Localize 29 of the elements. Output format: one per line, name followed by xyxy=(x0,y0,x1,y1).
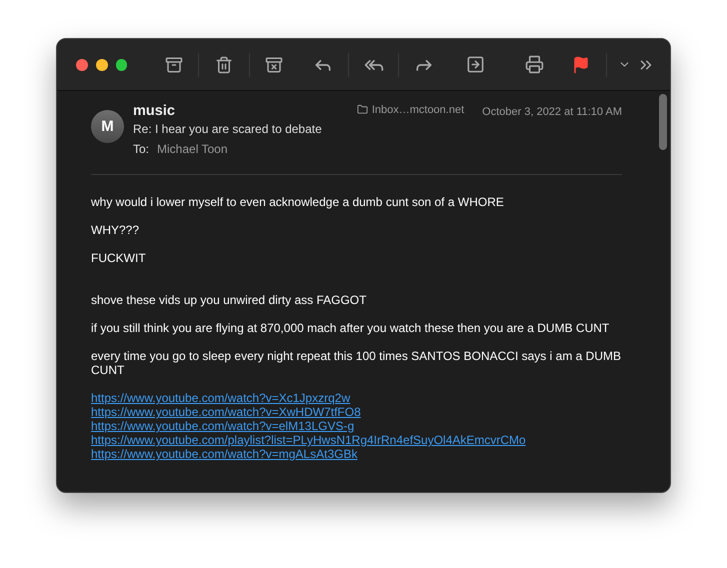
archive-icon[interactable] xyxy=(164,56,183,74)
body-paragraph: why would i lower myself to even acknowledge a dumb cunt son of a WHORE xyxy=(91,195,505,209)
body-paragraph: if you still think you are flying at 870,000 mach after you watch these then you are a DUMB CUNT xyxy=(91,321,610,335)
redirect-icon[interactable] xyxy=(466,55,485,74)
video-link[interactable]: https://www.youtube.com/watch?v=Xc1Jpxzrq2w xyxy=(91,391,350,405)
flag-icon[interactable] xyxy=(572,56,590,74)
sender-name: music xyxy=(133,103,176,119)
trash-icon[interactable] xyxy=(214,56,233,74)
body-paragraph: shove these vids up you unwired dirty ass FAGGOT xyxy=(91,293,368,307)
video-link[interactable]: https://www.youtube.com/watch?v=elM13LGVS-g xyxy=(91,419,354,433)
video-link[interactable]: https://www.youtube.com/watch?v=XwHDW7tfFO8 xyxy=(91,405,361,419)
print-icon[interactable] xyxy=(524,55,544,74)
mailbox-label: Inbox…mctoon.net xyxy=(356,104,464,116)
close-button[interactable] xyxy=(76,58,88,70)
video-link[interactable]: https://www.youtube.com/watch?v=mgALsAt3GBk xyxy=(91,447,358,461)
body-paragraph: WHY??? xyxy=(91,223,140,237)
to-label: To: xyxy=(133,142,150,156)
recipient-name: Michael Toon xyxy=(157,142,228,156)
avatar: M xyxy=(91,110,124,143)
folder-icon xyxy=(356,104,368,115)
zoom-button[interactable] xyxy=(116,58,128,70)
message-date: October 3, 2022 at 11:10 AM xyxy=(482,106,622,118)
body-paragraph: FUCKWIT xyxy=(91,251,147,265)
message-subject: Re: I hear you are scared to debate xyxy=(133,122,323,136)
junk-icon[interactable] xyxy=(265,56,284,74)
video-link[interactable]: https://www.youtube.com/playlist?list=PLyHwsN1Rg4IrRn4efSuyOl4AkEmcvrCMo xyxy=(91,433,526,447)
body-paragraph: every time you go to sleep every night repeat this 100 times SANTOS BONACCI says i am a DUMB CUNT xyxy=(91,349,622,377)
scrollbar-thumb[interactable] xyxy=(659,94,667,150)
minimize-button[interactable] xyxy=(96,58,108,70)
